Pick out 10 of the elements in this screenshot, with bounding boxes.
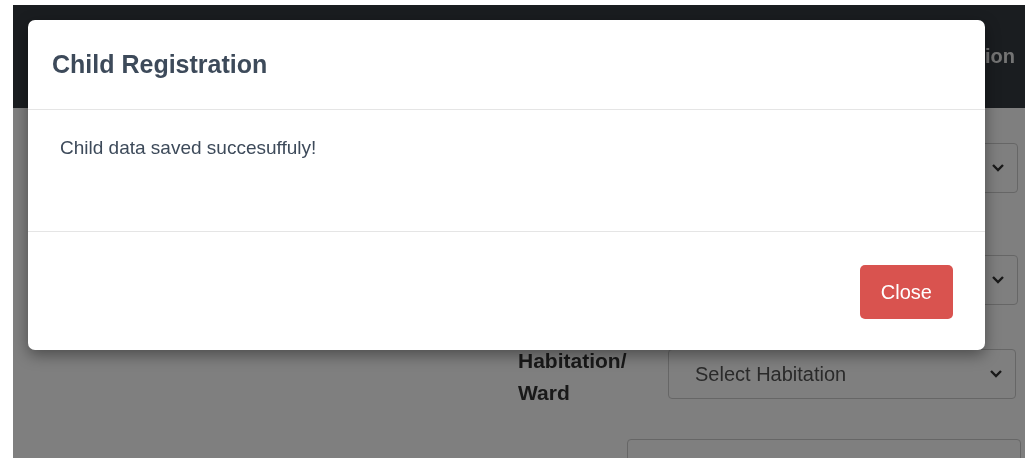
dropdown-placeholder: Select Habitation — [695, 362, 847, 386]
dropdown-field[interactable]: Select Habitation — [668, 349, 1016, 399]
chevron-icon — [991, 275, 1005, 285]
navbar-link[interactable]: ion — [985, 45, 1015, 68]
chevron-icon — [989, 369, 1003, 379]
chevron-icon — [991, 163, 1005, 173]
modal-title: Child Registration — [52, 50, 268, 79]
field-label: Habitation/ Ward — [518, 348, 628, 406]
close-button[interactable]: Close — [859, 265, 953, 319]
modal-message: Child data saved succesuffuly! — [60, 137, 317, 158]
